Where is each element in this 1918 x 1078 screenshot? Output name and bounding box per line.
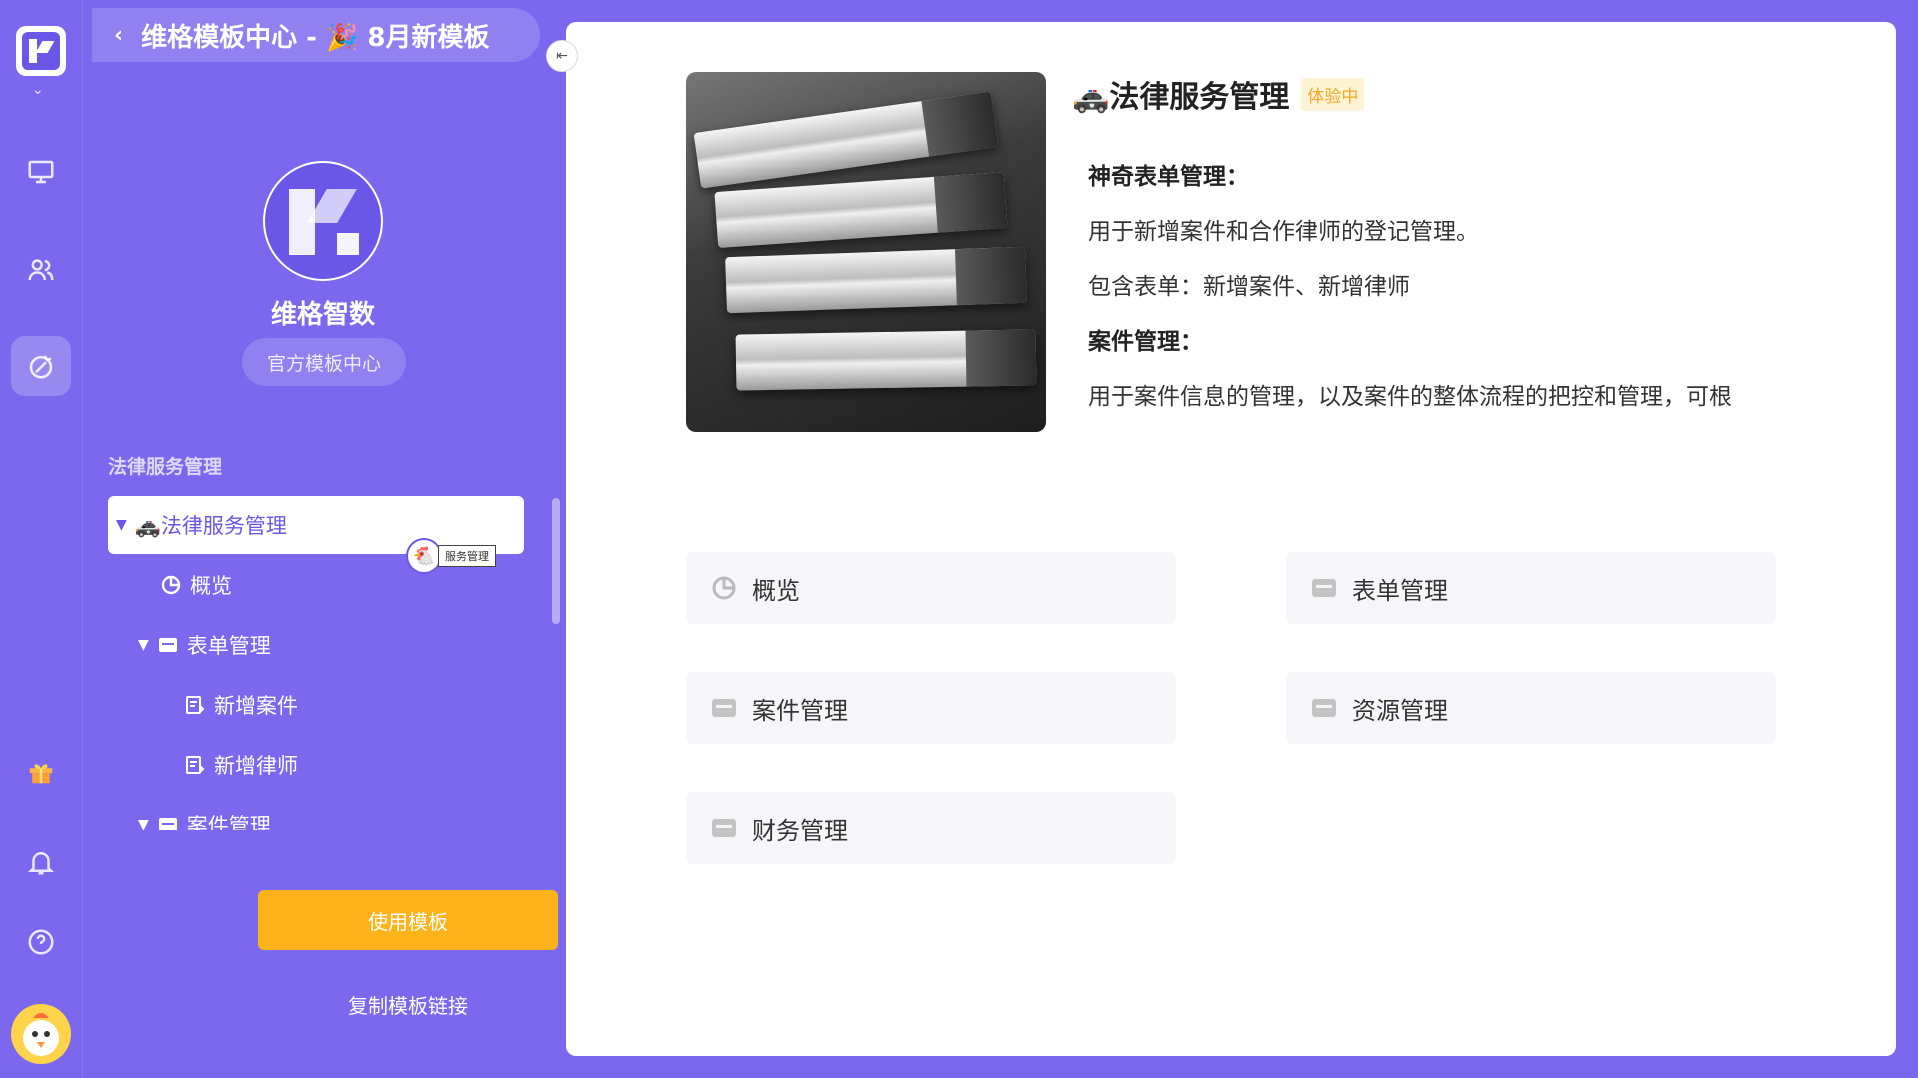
folder-icon: [1310, 694, 1338, 722]
desc-heading: 神奇表单管理：: [1088, 164, 1249, 190]
template-title-row: 🚓法律服务管理 体验中: [1072, 72, 1365, 116]
template-center-title: 维格模板中心 - 🎉 8月新模板: [141, 22, 490, 53]
desc-line: 包含表单：新增案件、新增律师: [1088, 274, 1410, 300]
card-resources[interactable]: 资源管理: [1286, 672, 1776, 744]
dashboard-icon: [160, 575, 182, 595]
dashboard-icon: [710, 574, 738, 602]
folder-icon: [710, 814, 738, 842]
folder-icon: [157, 636, 179, 654]
template-sidebar: ‹ 维格模板中心 - 🎉 8月新模板 维格智数 官方模板中心 法律服务管理 ▼ …: [84, 0, 564, 1078]
help-icon[interactable]: [11, 912, 71, 972]
tree-item-dashboard[interactable]: 概览: [160, 556, 232, 614]
card-label: 资源管理: [1352, 696, 1448, 725]
section-title: 法律服务管理: [108, 456, 223, 478]
card-label: 概览: [752, 576, 800, 605]
left-rail: ⌄: [0, 0, 83, 1078]
org-tag[interactable]: 官方模板中心: [242, 338, 406, 386]
members-icon[interactable]: [11, 240, 71, 300]
user-avatar[interactable]: [11, 1004, 71, 1064]
mascot-icon: 🐔: [406, 538, 442, 574]
tree-item-new-lawyer[interactable]: 新增律师: [184, 736, 298, 794]
form-icon: [184, 695, 206, 715]
card-label: 财务管理: [752, 816, 848, 845]
template-cover-image: [686, 72, 1046, 432]
floating-badge-label: 服务管理: [438, 545, 496, 567]
tree-item-label: 表单管理: [186, 634, 271, 658]
tree-item-label: 新增案件: [214, 694, 298, 718]
tree-item-forms-folder[interactable]: ▼ 表单管理: [138, 616, 271, 674]
tree-item-label: 🚓法律服务管理: [134, 514, 287, 538]
desc-line: 用于新增案件和合作律师的登记管理。: [1088, 219, 1479, 245]
template-title: 🚓法律服务管理: [1072, 80, 1290, 115]
caret-down-icon[interactable]: ▼: [116, 517, 127, 533]
template-center-header: ‹ 维格模板中心 - 🎉 8月新模板: [92, 8, 540, 62]
logo-mark-icon: [22, 32, 60, 70]
folder-icon: [710, 694, 738, 722]
caret-down-icon[interactable]: ▼: [138, 637, 149, 653]
app-logo[interactable]: [16, 26, 66, 76]
org-name: 维格智数: [270, 300, 375, 330]
use-template-button[interactable]: 使用模板: [258, 890, 558, 950]
collapse-sidebar-icon[interactable]: ⇤: [546, 40, 578, 72]
tree-item-cases-folder[interactable]: ▼ 案件管理: [138, 796, 271, 830]
card-forms[interactable]: 表单管理: [1286, 552, 1776, 624]
org-avatar: [263, 161, 383, 281]
template-center-icon[interactable]: [11, 336, 71, 396]
workbench-icon[interactable]: [11, 142, 71, 202]
tree-item-new-case[interactable]: 新增案件: [184, 676, 298, 734]
tree-item-label: 概览: [190, 574, 232, 598]
sidebar-scrollbar[interactable]: [552, 498, 560, 624]
card-label: 案件管理: [752, 696, 848, 725]
folder-icon: [1310, 574, 1338, 602]
template-description: 神奇表单管理： 用于新增案件和合作律师的登记管理。 包含表单：新增案件、新增律师…: [1088, 150, 1828, 432]
tree-item-label: 新增律师: [214, 754, 298, 778]
desc-heading: 案件管理：: [1088, 329, 1203, 355]
copy-template-link[interactable]: 复制模板链接: [258, 990, 558, 1019]
folder-icon: [157, 816, 179, 830]
tree-item-label: 案件管理: [186, 814, 271, 830]
caret-down-icon[interactable]: ▼: [138, 817, 149, 830]
card-cases[interactable]: 案件管理: [686, 672, 1176, 744]
desc-line: 用于案件信息的管理，以及案件的整体流程的把控和管理，可根: [1088, 384, 1732, 410]
template-detail: 🚓法律服务管理 体验中 神奇表单管理： 用于新增案件和合作律师的登记管理。 包含…: [566, 22, 1896, 1056]
notification-bell-icon[interactable]: [11, 832, 71, 892]
card-finance[interactable]: 财务管理: [686, 792, 1176, 864]
form-icon: [184, 755, 206, 775]
floating-helper-badge[interactable]: 🐔 服务管理: [406, 538, 496, 574]
gift-icon[interactable]: [11, 742, 71, 802]
status-badge: 体验中: [1301, 77, 1365, 111]
card-dashboard[interactable]: 概览: [686, 552, 1176, 624]
card-label: 表单管理: [1352, 576, 1448, 605]
chevron-down-icon[interactable]: ⌄: [32, 82, 44, 98]
back-arrow-icon[interactable]: ‹: [114, 23, 123, 48]
